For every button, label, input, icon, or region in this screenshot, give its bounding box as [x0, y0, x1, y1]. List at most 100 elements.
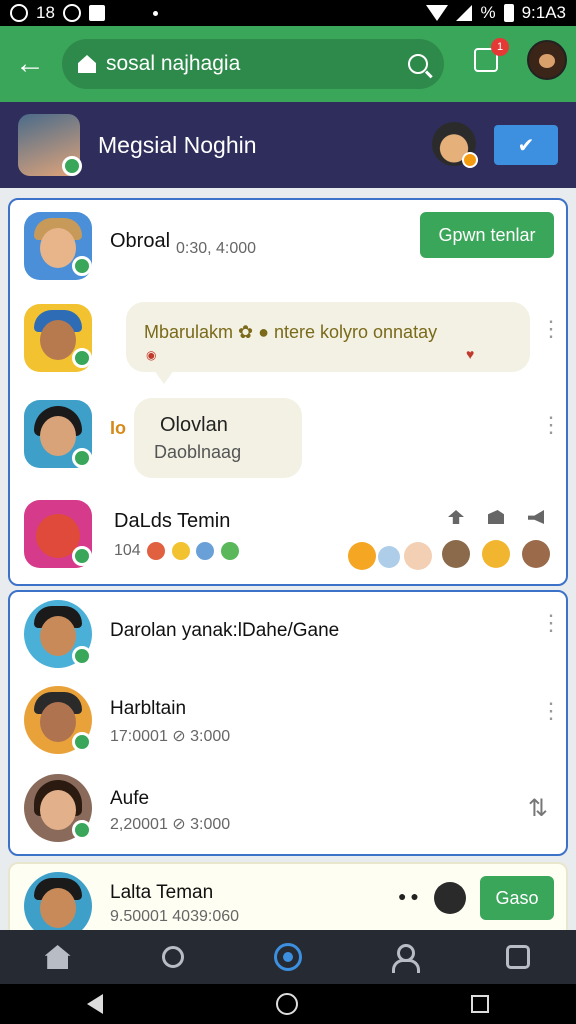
online-badge: [72, 820, 92, 840]
more-options-icon[interactable]: ⋮: [540, 700, 562, 726]
reaction-icon: ◉: [146, 348, 157, 362]
group-title: Megsial Noghin: [98, 131, 257, 158]
more-options-icon[interactable]: ⋮: [540, 318, 562, 344]
emoji-icon: [522, 540, 550, 568]
online-badge: [72, 348, 92, 368]
emoji-icon: [404, 542, 432, 570]
group-avatar[interactable]: [18, 114, 82, 176]
contact-meta: 104: [114, 542, 239, 560]
notification-badge: 1: [491, 38, 509, 56]
notification-status-icon: [10, 4, 28, 22]
bubble-title: Olovlan: [160, 414, 228, 436]
list-item[interactable]: DaLds Temin 104: [10, 496, 566, 584]
open-chat-button[interactable]: Gpwn tenlar: [420, 212, 554, 258]
bottom-navigation: [0, 930, 576, 984]
message-icon: [506, 945, 531, 969]
contact-count: 104: [114, 542, 141, 560]
nav-search[interactable]: [153, 937, 193, 977]
image-status-icon: [88, 5, 105, 21]
more-options-icon[interactable]: ⋮: [540, 414, 562, 440]
contact-name: Harbltain: [110, 698, 187, 719]
person-icon: [392, 944, 421, 973]
status-time-right: 9:1A3: [521, 3, 566, 22]
app-bar: ← sosal najhagia 1: [0, 26, 576, 102]
list-item[interactable]: Io Olovlan Daoblnaag ⋮: [10, 396, 566, 496]
emoji-icon: [196, 542, 215, 560]
search-bar[interactable]: sosal najhagia: [62, 39, 444, 89]
prefix-label: Io: [110, 418, 126, 438]
battery-icon: [503, 4, 514, 22]
peer-avatar[interactable]: [432, 122, 478, 168]
online-badge: [62, 156, 82, 176]
system-navigation: [0, 984, 576, 1024]
search-icon[interactable]: [408, 54, 428, 74]
contact-time: 2,20001 ⊘ 3:000: [110, 816, 231, 833]
contact-name: Darolan yanak:lDahe/Gane: [110, 620, 340, 641]
contact-name: Obroal: [110, 230, 171, 252]
system-recents-icon[interactable]: [471, 995, 490, 1013]
system-back-icon[interactable]: [86, 994, 103, 1014]
profile-avatar[interactable]: [527, 40, 567, 80]
battery-percent: %: [480, 3, 496, 22]
message-bubble[interactable]: Olovlan Daoblnaag: [134, 398, 302, 478]
bubble-subtitle: Daoblnaag: [154, 442, 242, 462]
nav-messages[interactable]: [498, 937, 538, 977]
sort-arrows-icon[interactable]: ⇅: [528, 794, 548, 823]
whatsapp-status-icon: [62, 4, 81, 22]
emoji-icon: [442, 540, 470, 568]
more-options-icon[interactable]: ⋮: [540, 612, 562, 638]
glasses-icon: ● ●: [398, 888, 419, 904]
nav-profile[interactable]: [383, 937, 423, 977]
action-button[interactable]: Gaso: [480, 876, 554, 920]
status-bar: 18 % 9:1A3: [0, 0, 576, 26]
home-icon: [78, 55, 96, 73]
contact-name: Lalta Teman: [110, 882, 214, 903]
emoji-icon: [482, 540, 510, 568]
check-icon: ✔: [517, 134, 535, 157]
peer-badge: [462, 152, 478, 168]
list-item[interactable]: Aufe 2,20001 ⊘ 3:000 ⇅: [10, 766, 566, 854]
list-item[interactable]: Obroal 0:30, 4:000 Gpwn tenlar: [10, 200, 566, 296]
system-home-icon[interactable]: [275, 993, 298, 1015]
tag-icon[interactable]: [488, 510, 504, 524]
message-text: Mbarulakm ✿ ● ntere kolyro onnatay: [144, 322, 438, 342]
home-icon: [44, 945, 71, 969]
group-header: Megsial Noghin ✔: [0, 102, 576, 188]
wifi-icon: [426, 5, 449, 21]
nav-home[interactable]: [38, 937, 78, 977]
emoji-icon: [378, 546, 400, 568]
notification-button[interactable]: 1: [474, 38, 509, 72]
emoji-icon: [220, 542, 239, 560]
heart-icon: ♥: [466, 346, 475, 362]
confirm-button[interactable]: ✔: [494, 125, 558, 165]
contact-time: 0:30, 4:000: [176, 240, 257, 257]
online-badge: [72, 448, 92, 468]
chat-card-1: Obroal 0:30, 4:000 Gpwn tenlar Mbarulakm…: [8, 198, 568, 586]
contact-time: 17:0001 ⊘ 3:000: [110, 728, 231, 745]
emoji-icon: [171, 542, 190, 560]
emoji-icon: [434, 882, 466, 914]
online-badge: [72, 256, 92, 276]
megaphone-icon[interactable]: [528, 510, 544, 524]
message-bubble[interactable]: Mbarulakm ✿ ● ntere kolyro onnatay ◉ ♥: [126, 302, 530, 372]
search-input[interactable]: sosal najhagia: [106, 52, 408, 76]
contact-name: Aufe: [110, 788, 150, 809]
search-icon: [161, 946, 184, 968]
list-item[interactable]: Mbarulakm ✿ ● ntere kolyro onnatay ◉ ♥ ⋮: [10, 296, 566, 396]
dot-status-icon: [152, 10, 158, 16]
list-item[interactable]: Darolan yanak:lDahe/Gane ⋮: [10, 592, 566, 678]
emoji-icon: [147, 542, 166, 560]
emoji-icon: [348, 542, 376, 570]
nav-chats[interactable]: [268, 937, 308, 977]
contact-time: 9.50001 4039:060: [110, 908, 240, 925]
chat-bubble-icon: [273, 943, 302, 971]
online-badge: [72, 646, 92, 666]
contact-name: DaLds Temin: [114, 510, 231, 532]
back-button[interactable]: ←: [12, 46, 48, 82]
bubble-tail: [154, 370, 174, 384]
status-time-left: 18: [36, 3, 55, 22]
online-badge: [72, 546, 92, 566]
arrow-up-icon[interactable]: [448, 510, 464, 524]
list-item[interactable]: Harbltain 17:0001 ⊘ 3:000 ⋮: [10, 678, 566, 766]
signal-icon: [456, 5, 473, 21]
